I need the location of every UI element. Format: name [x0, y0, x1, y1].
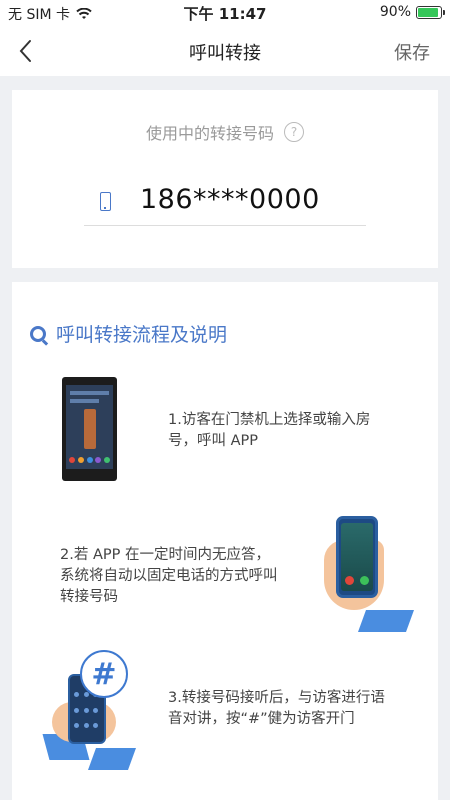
hash-key-icon: #	[80, 650, 128, 698]
step-2-text: 2.若 APP 在一定时间内无应答，系统将自动以固定电话的方式呼叫转接号码	[60, 547, 278, 605]
accept-call-icon	[360, 576, 369, 585]
decline-call-icon	[345, 576, 354, 585]
status-bar: 无 SIM 卡 下午 11:47 90%	[0, 0, 450, 26]
door-station-screen	[66, 385, 113, 469]
page-title: 呼叫转接	[189, 43, 261, 64]
forward-label-row: 使用中的转接号码 ?	[12, 120, 438, 144]
step-1-text: 1.访客在门禁机上选择或输入房号，呼叫 APP	[168, 412, 371, 449]
battery-icon	[416, 5, 445, 19]
search-icon	[30, 325, 46, 342]
help-icon[interactable]: ?	[284, 122, 304, 142]
forward-number-value: 186****0000	[140, 184, 320, 215]
forward-number-card: 使用中的转接号码 ? 186****0000	[12, 90, 438, 268]
instructions-header: 呼叫转接流程及说明	[30, 320, 227, 347]
incoming-call-phone-illustration	[336, 516, 378, 598]
phone-icon	[100, 192, 111, 211]
battery-percent: 90%	[379, 4, 411, 20]
save-button[interactable]: 保存	[394, 39, 430, 65]
forward-number-field[interactable]: 186****0000	[84, 182, 366, 226]
sleeve-illustration	[357, 610, 415, 632]
door-station-illustration	[62, 377, 117, 481]
instructions-card: 呼叫转接流程及说明 1.访客在门禁机上选择或输入房号，呼叫 APP 2.若 AP…	[12, 282, 438, 800]
sleeve-illustration	[87, 748, 137, 770]
step-3-text: 3.转接号码接听后，与访客进行语音对讲，按“#”健为访客开门	[168, 690, 385, 727]
instructions-title: 呼叫转接流程及说明	[56, 324, 228, 346]
forward-number-label: 使用中的转接号码	[145, 124, 274, 143]
status-right: 90%	[379, 4, 445, 20]
nav-bar: 呼叫转接 保存	[0, 26, 450, 76]
battery-fill	[418, 7, 438, 17]
